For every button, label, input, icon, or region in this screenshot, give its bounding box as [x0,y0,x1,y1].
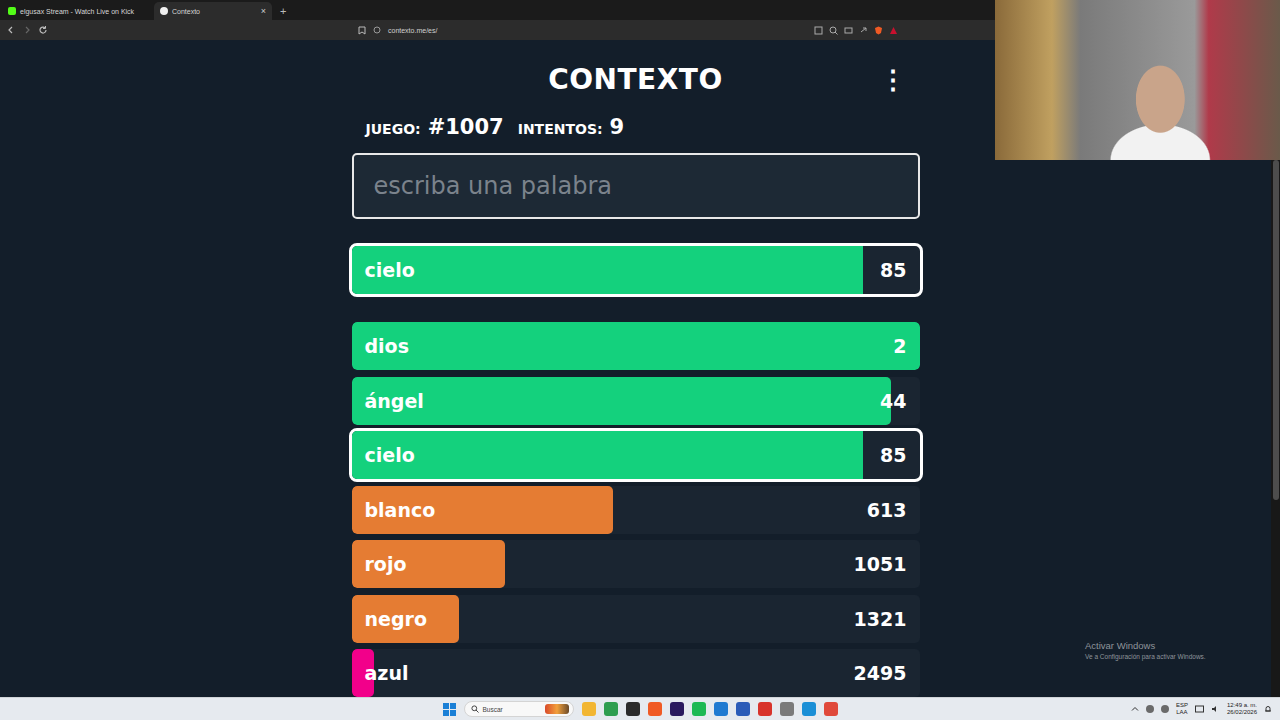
search-placeholder: Buscar [483,706,541,713]
windows-start-icon[interactable] [443,703,456,716]
game-number: #1007 [428,115,504,139]
guess-bar-fill [352,431,863,479]
game-title: CONTEXTO [548,63,723,96]
microphone-icon[interactable] [1161,705,1169,713]
tray-app-icon[interactable] [1146,705,1154,713]
word-input[interactable] [352,153,920,219]
bookmark-icon[interactable] [358,26,366,35]
guess-row: cielo 85 [352,431,920,479]
attempts-label: INTENTOS: [518,121,603,137]
language-code: ESP [1176,702,1188,709]
guess-rank: 44 [880,390,906,412]
guess-rank: 85 [880,259,906,281]
guess-word: dios [365,335,409,357]
language-code: LAA [1176,709,1187,716]
system-tray: ESPLAA 12:49 a. m.26/02/2026 [1131,702,1280,716]
tab-close-button[interactable]: × [261,6,266,16]
guess-row: ángel 44 [352,377,920,425]
guess-rank: 2495 [854,662,907,684]
guess-word: ángel [365,390,424,412]
browser-tab[interactable]: elgusax Stream - Watch Live on Kick [2,2,152,20]
app-icon[interactable] [758,702,772,716]
premiere-icon[interactable] [670,702,684,716]
guess-rank: 1321 [854,608,907,630]
clock-time: 12:49 a. m. [1227,702,1257,709]
chevron-up-icon[interactable] [1131,705,1139,713]
chrome-icon[interactable] [824,702,838,716]
guess-rank: 1051 [854,553,907,575]
screen-icon[interactable] [844,26,853,35]
browser-tab[interactable]: Contexto × [154,2,272,20]
brave-browser-icon[interactable] [648,702,662,716]
clock-date: 26/02/2026 [1227,709,1257,716]
tab-label: Contexto [172,8,257,15]
last-guess-row: cielo 85 [352,246,920,294]
magnifier-icon [471,705,479,713]
guess-row: azul 2495 [352,649,920,697]
speaker-icon[interactable] [1211,705,1220,713]
attempts-count: 9 [610,115,625,139]
url-text: contexto.me/es/ [388,27,437,34]
search-highlight-image [545,704,569,714]
guess-word: blanco [365,499,436,521]
site-info-icon[interactable] [373,26,381,34]
kick-favicon-icon [8,7,16,15]
guess-word: azul [365,662,409,684]
taskbar-apps: Buscar [443,701,838,717]
file-explorer-icon[interactable] [582,702,596,716]
guess-rank: 85 [880,444,906,466]
clock[interactable]: 12:49 a. m.26/02/2026 [1227,702,1257,716]
input-language[interactable]: ESPLAA [1176,702,1188,716]
share-icon[interactable] [859,26,868,35]
network-icon[interactable] [1195,705,1204,713]
guess-bar-fill [352,322,920,370]
translate-icon[interactable] [814,26,823,35]
guess-row: dios 2 [352,322,920,370]
menu-button[interactable]: ⋮ [880,67,906,93]
guess-word: cielo [365,444,415,466]
guess-bar-fill [352,246,863,294]
guess-row: rojo 1051 [352,540,920,588]
scrollbar-thumb[interactable] [1273,160,1279,500]
url-field[interactable]: contexto.me/es/ [358,26,437,35]
new-tab-button[interactable]: + [274,5,292,20]
settings-icon[interactable] [780,702,794,716]
guess-row: negro 1321 [352,595,920,643]
contexto-favicon-icon [160,7,168,15]
brave-shield-icon[interactable] [874,26,883,35]
back-arrow-icon[interactable] [6,25,16,35]
guess-rank: 2 [893,335,906,357]
guess-word: negro [365,608,427,630]
zoom-icon[interactable] [829,26,838,35]
taskbar: Buscar ESPLAA 12:49 a. m.26/02/2026 [0,697,1280,720]
taskbar-search[interactable]: Buscar [464,701,574,717]
word-icon[interactable] [736,702,750,716]
guess-word: rojo [365,553,407,575]
game-info: JUEGO: #1007 INTENTOS: 9 [352,115,920,139]
header: CONTEXTO ⋮ [352,58,920,102]
xbox-icon[interactable] [604,702,618,716]
screen: elgusax Stream - Watch Live on Kick Conte… [0,0,1280,720]
watermark-subtitle: Ve a Configuración para activar Windows. [1085,653,1206,660]
guess-bar-fill [352,377,892,425]
guess-row: blanco 613 [352,486,920,534]
notification-bell-icon[interactable] [1264,705,1272,713]
brave-rewards-icon[interactable] [889,26,898,35]
tab-label: elgusax Stream - Watch Live on Kick [20,8,146,15]
guess-word: cielo [365,259,415,281]
reload-icon[interactable] [38,25,48,35]
vscode-icon[interactable] [714,702,728,716]
watermark-title: Activar Windows [1085,640,1206,651]
activate-windows-watermark: Activar Windows Ve a Configuración para a… [1085,640,1206,660]
game-column: CONTEXTO⋮JUEGO:#1007INTENTOS:9cielo85dio… [352,40,920,697]
spotify-icon[interactable] [692,702,706,716]
webcam-overlay [995,0,1280,160]
game-label: JUEGO: [366,121,421,137]
guess-list: dios 2 ángel 44 cielo 85 blanco 613 rojo 1051 negr… [352,322,920,697]
terminal-icon[interactable] [626,702,640,716]
forward-arrow-icon[interactable] [22,25,32,35]
guess-rank: 613 [867,499,907,521]
edge-icon[interactable] [802,702,816,716]
